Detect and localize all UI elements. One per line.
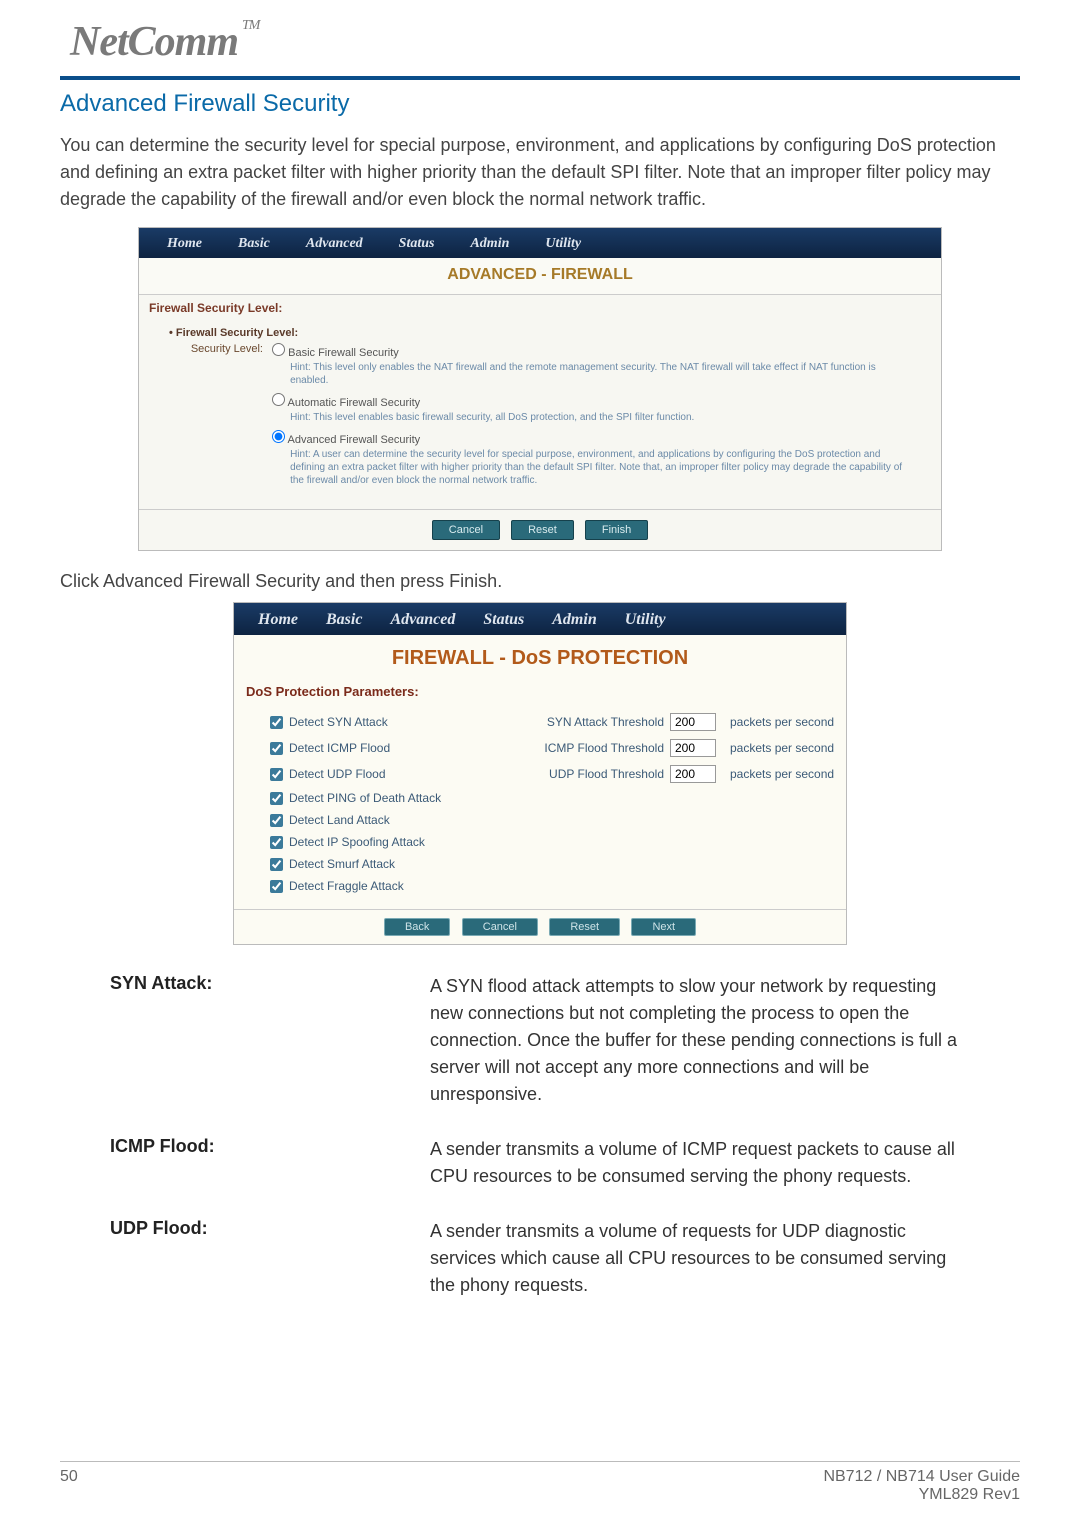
back-button[interactable]: Back [384,918,450,936]
button-row-2: Back Cancel Reset Next [234,910,846,944]
screenshot-dos-protection: Home Basic Advanced Status Admin Utility… [233,602,847,945]
security-level-options: Basic Firewall Security Hint: This level… [272,343,912,493]
page-heading-advanced-firewall: ADVANCED - FIREWALL [139,258,941,294]
term-icmp: ICMP Flood: [110,1136,430,1190]
def-syn: SYN Attack: A SYN flood attack attempts … [110,973,970,1108]
intro-paragraph: You can determine the security level for… [60,132,1020,213]
th-syn: SYN Attack Threshold [490,715,670,729]
brand-name: NetComm [70,19,238,65]
unit-icmp: packets per second [730,741,880,755]
radio-basic-input[interactable] [272,343,285,356]
tab-admin[interactable]: Admin [452,232,527,258]
unit-udp: packets per second [730,767,880,781]
panel-title-firewall-level: Firewall Security Level: [139,294,941,319]
section-title: Advanced Firewall Security [60,90,1020,118]
header-rule [60,76,1020,80]
desc-icmp: A sender transmits a volume of ICMP requ… [430,1136,970,1190]
tab-basic[interactable]: Basic [220,232,288,258]
tab2-home[interactable]: Home [244,607,312,635]
cb-syn[interactable]: Detect SYN Attack [270,715,490,729]
desc-syn: A SYN flood attack attempts to slow your… [430,973,970,1108]
finish-button[interactable]: Finish [585,520,648,540]
tab-utility[interactable]: Utility [527,232,599,258]
cb-land[interactable]: Detect Land Attack [270,813,880,827]
row-title: • Firewall Security Level: [169,327,923,339]
tab-home[interactable]: Home [149,232,220,258]
hint-automatic: Hint: This level enables basic firewall … [290,411,912,424]
cb-smurf[interactable]: Detect Smurf Attack [270,857,880,871]
input-icmp-threshold[interactable] [670,739,716,757]
cancel-button-2[interactable]: Cancel [462,918,538,936]
cb-ip-spoofing[interactable]: Detect IP Spoofing Attack [270,835,880,849]
radio-automatic-label: Automatic Firewall Security [288,397,421,409]
guide-rev: YML829 Rev1 [823,1486,1020,1504]
guide-name: NB712 / NB714 User Guide [823,1468,1020,1486]
tab2-status[interactable]: Status [469,607,538,635]
hint-advanced: Hint: A user can determine the security … [290,448,912,487]
radio-automatic-input[interactable] [272,393,285,406]
navbar-2: Home Basic Advanced Status Admin Utility [234,603,846,635]
button-row-1: Cancel Reset Finish [139,509,941,550]
def-icmp: ICMP Flood: A sender transmits a volume … [110,1136,970,1190]
tab2-admin[interactable]: Admin [538,607,610,635]
cancel-button[interactable]: Cancel [432,520,500,540]
cb-ping-of-death[interactable]: Detect PING of Death Attack [270,791,880,805]
page-number: 50 [60,1468,78,1504]
input-syn-threshold[interactable] [670,713,716,731]
tab-advanced[interactable]: Advanced [288,232,381,258]
page-heading-dos: FIREWALL - DoS PROTECTION [234,635,846,680]
tab-status[interactable]: Status [381,232,453,258]
def-udp: UDP Flood: A sender transmits a volume o… [110,1218,970,1299]
term-udp: UDP Flood: [110,1218,430,1299]
next-button[interactable]: Next [631,918,696,936]
term-syn: SYN Attack: [110,973,430,1108]
radio-automatic[interactable]: Automatic Firewall Security Hint: This l… [272,393,912,424]
dos-grid: Detect SYN Attack SYN Attack Threshold p… [234,713,846,909]
tab2-basic[interactable]: Basic [312,607,376,635]
navbar: Home Basic Advanced Status Admin Utility [139,228,941,258]
hint-basic: Hint: This level only enables the NAT fi… [290,361,912,387]
unit-syn: packets per second [730,715,880,729]
footer: 50 NB712 / NB714 User Guide YML829 Rev1 [60,1461,1020,1504]
caption-text: Click Advanced Firewall Security and the… [60,571,1020,592]
th-udp: UDP Flood Threshold [490,767,670,781]
input-udp-threshold[interactable] [670,765,716,783]
screenshot-firewall-level: Home Basic Advanced Status Admin Utility… [138,227,942,551]
reset-button-2[interactable]: Reset [549,918,620,936]
security-level-label: Security Level: [169,343,269,355]
firewall-level-body: • Firewall Security Level: Security Leve… [139,319,941,509]
desc-udp: A sender transmits a volume of requests … [430,1218,970,1299]
radio-advanced[interactable]: Advanced Firewall Security Hint: A user … [272,430,912,487]
radio-advanced-input[interactable] [272,430,285,443]
brand-logo: NetComm TM [70,18,259,66]
footer-right: NB712 / NB714 User Guide YML829 Rev1 [823,1468,1020,1504]
reset-button[interactable]: Reset [511,520,574,540]
radio-advanced-label: Advanced Firewall Security [288,434,421,446]
cb-fraggle[interactable]: Detect Fraggle Attack [270,879,880,893]
tab2-advanced[interactable]: Advanced [376,607,469,635]
cb-icmp[interactable]: Detect ICMP Flood [270,741,490,755]
radio-basic-label: Basic Firewall Security [288,347,399,359]
brand-tm: TM [242,18,259,33]
th-icmp: ICMP Flood Threshold [490,741,670,755]
definitions: SYN Attack: A SYN flood attack attempts … [110,973,970,1299]
tab2-utility[interactable]: Utility [611,607,680,635]
cb-udp[interactable]: Detect UDP Flood [270,767,490,781]
panel-title-dos: DoS Protection Parameters: [234,680,846,713]
radio-basic[interactable]: Basic Firewall Security Hint: This level… [272,343,912,387]
